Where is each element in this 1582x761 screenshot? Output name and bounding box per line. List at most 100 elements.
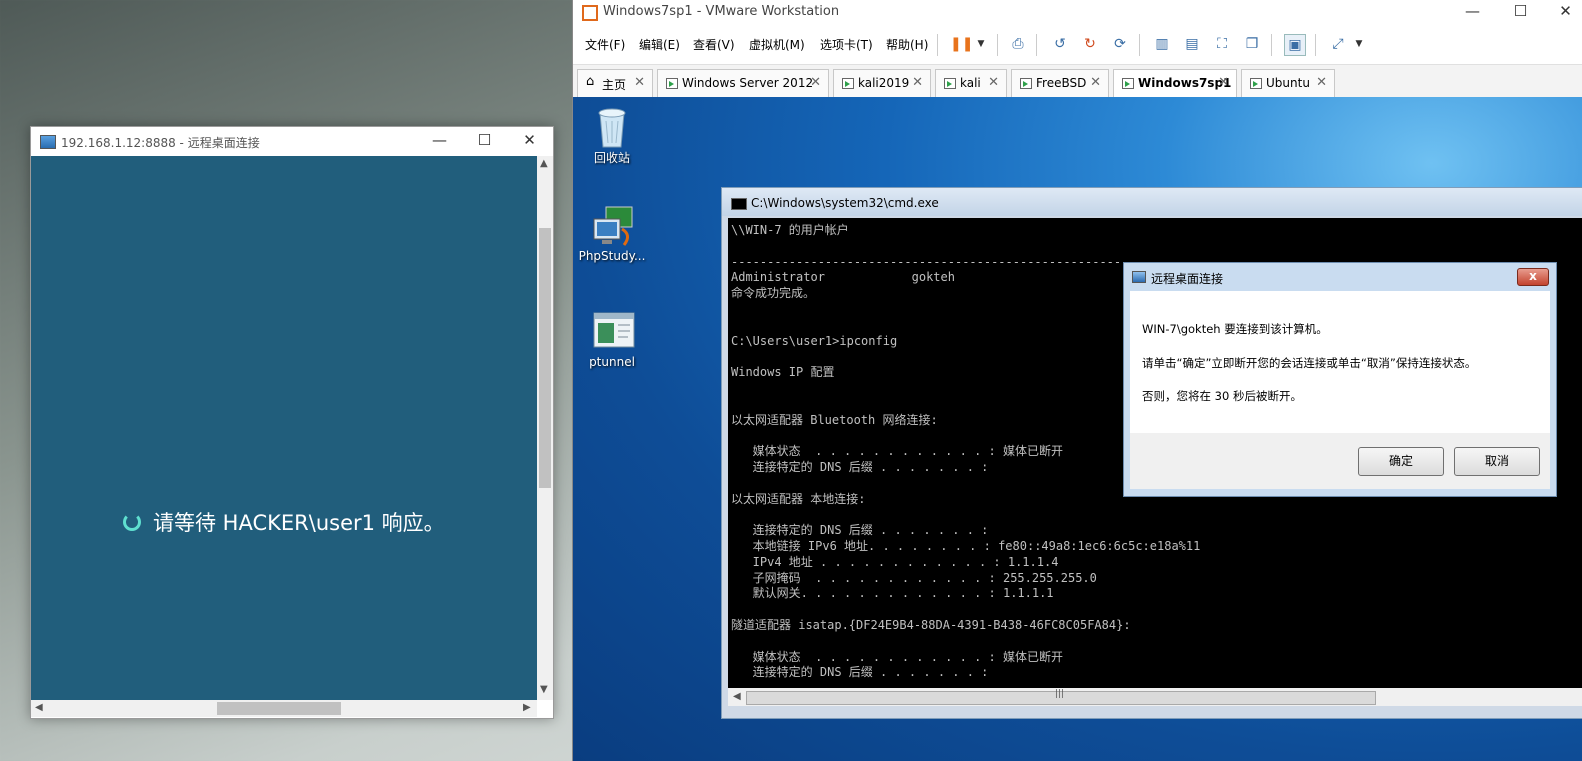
toolbar-separator	[997, 34, 998, 56]
revert-snapshot-icon[interactable]: ↻	[1080, 34, 1100, 54]
vertical-scrollbar[interactable]: ▲ ▼	[537, 156, 553, 700]
console-view-icon[interactable]: ▣	[1284, 34, 1306, 56]
dropdown-arrow-icon[interactable]: ▼	[1349, 34, 1369, 54]
tab-windows-server-2012[interactable]: Windows Server 2012 ✕	[657, 69, 829, 97]
snapshot-icon[interactable]: ↺	[1050, 34, 1070, 54]
maximize-button[interactable]: ☐	[462, 127, 507, 156]
close-icon[interactable]: ✕	[912, 75, 923, 90]
vm-running-icon	[842, 78, 854, 89]
ptunnel-icon	[592, 311, 635, 351]
tab-label: Windows Server 2012	[682, 76, 814, 90]
tab-windows7sp1[interactable]: Windows7sp1 ✕	[1113, 69, 1237, 97]
desktop-icon-label: ptunnel	[589, 355, 635, 369]
vm-running-icon	[944, 78, 956, 89]
tab-label: 主页	[602, 78, 627, 92]
console-line: \\WIN-7 的用户帐户	[731, 223, 849, 237]
horizontal-scroll-thumb[interactable]	[217, 702, 341, 715]
menu-tabs[interactable]: 选项卡(T)	[820, 36, 873, 53]
loading-spinner-icon	[123, 513, 141, 531]
scroll-down-icon[interactable]: ▼	[540, 684, 548, 695]
tab-freebsd[interactable]: FreeBSD ✕	[1011, 69, 1109, 97]
dialog-message-2: 请单击“确定”立即断开您的会话连接或单击“取消”保持连接状态。	[1142, 356, 1477, 370]
send-ctrl-alt-del-icon[interactable]: ⎙	[1008, 34, 1028, 54]
menu-vm[interactable]: 虚拟机(M)	[749, 36, 805, 53]
menu-edit[interactable]: 编辑(E)	[639, 36, 680, 53]
close-icon[interactable]: ✕	[634, 75, 645, 90]
cancel-button[interactable]: 取消	[1454, 447, 1540, 476]
vm-running-icon	[1250, 78, 1262, 89]
close-button[interactable]: ✕	[507, 127, 552, 156]
rdp-window: 192.168.1.12:8888 - 远程桌面连接 — ☐ ✕ 请等待 HAC…	[30, 126, 554, 719]
menu-help[interactable]: 帮助(H)	[886, 36, 928, 53]
phpstudy-icon	[592, 205, 633, 246]
dialog-message-1: WIN-7\gokteh 要连接到该计算机。	[1142, 322, 1328, 336]
toolbar-separator	[1139, 34, 1140, 56]
wait-message: 请等待 HACKER\user1 响应。	[153, 511, 445, 535]
tab-home[interactable]: ⌂ 主页 ✕	[577, 69, 653, 97]
rdp-titlebar[interactable]: 192.168.1.12:8888 - 远程桌面连接 — ☐ ✕	[31, 127, 553, 156]
tab-kali[interactable]: kali ✕	[935, 69, 1007, 97]
ok-button[interactable]: 确定	[1358, 447, 1444, 476]
cmd-scroll-thumb[interactable]: |||	[746, 689, 1376, 705]
tab-label: FreeBSD	[1036, 76, 1087, 90]
close-icon[interactable]: ✕	[1316, 75, 1327, 90]
console-line: 媒体状态 . . . . . . . . . . . . : 媒体已断开	[731, 649, 1063, 664]
console-line: IPv4 地址 . . . . . . . . . . . . : 1.1.1.…	[731, 554, 1059, 569]
desktop-icon-label: PhpStudy...	[578, 249, 646, 263]
horizontal-scrollbar[interactable]: ◀ ▶	[31, 700, 537, 717]
vmware-titlebar[interactable]: Windows7sp1 - VMware Workstation — ☐ ✕	[573, 0, 1582, 24]
console-line: 子网掩码 . . . . . . . . . . . . : 255.255.2…	[731, 570, 1097, 585]
unity-icon[interactable]: ❐	[1242, 34, 1262, 54]
console-line: 连接特定的 DNS 后缀 . . . . . . . :	[731, 523, 989, 538]
toolbar-separator	[937, 34, 938, 56]
close-icon[interactable]: ✕	[810, 75, 821, 90]
dialog-titlebar[interactable]: 远程桌面连接 x	[1124, 263, 1556, 289]
home-icon: ⌂	[586, 74, 595, 89]
stretch-guest-icon[interactable]: ⤢	[1328, 34, 1348, 54]
scroll-grip: |||	[1055, 689, 1065, 699]
menu-view[interactable]: 查看(V)	[693, 36, 735, 53]
rdp-title: 192.168.1.12:8888 - 远程桌面连接	[61, 136, 260, 150]
desktop-icon-label: 回收站	[593, 151, 630, 165]
close-icon[interactable]: ✕	[1218, 75, 1229, 90]
vmware-minimize-button[interactable]: —	[1450, 0, 1495, 24]
vm-running-icon	[1020, 78, 1032, 89]
scroll-left-icon[interactable]: ◀	[733, 691, 741, 702]
close-icon[interactable]: ✕	[988, 75, 999, 90]
full-screen-icon[interactable]: ⛶	[1212, 34, 1232, 54]
desktop-icon-recycle-bin[interactable]: 回收站	[577, 105, 647, 166]
desktop-icon-phpstudy[interactable]: PhpStudy...	[577, 205, 647, 263]
tab-kali2019[interactable]: kali2019 ✕	[833, 69, 931, 97]
menu-file[interactable]: 文件(F)	[585, 36, 625, 53]
scroll-left-icon[interactable]: ◀	[35, 702, 43, 713]
scroll-up-icon[interactable]: ▲	[540, 158, 548, 169]
library-view-icon[interactable]: ▥	[1152, 34, 1172, 54]
vmware-logo-icon	[582, 5, 598, 21]
tab-label: Ubuntu	[1266, 76, 1310, 90]
dialog-body: WIN-7\gokteh 要连接到该计算机。 请单击“确定”立即断开您的会话连接…	[1130, 291, 1550, 433]
cmd-titlebar[interactable]: C:\Windows\system32\cmd.exe	[722, 188, 1582, 216]
toolbar-separator	[1315, 34, 1316, 56]
close-icon[interactable]: ✕	[1090, 75, 1101, 90]
minimize-button[interactable]: —	[417, 127, 462, 156]
vmware-close-button[interactable]: ✕	[1543, 0, 1582, 24]
scroll-right-icon[interactable]: ▶	[523, 702, 531, 713]
recycle-bin-icon	[592, 105, 632, 148]
snapshot-manager-icon[interactable]: ⟳	[1110, 34, 1130, 54]
dialog-close-button[interactable]: x	[1517, 268, 1549, 286]
pause-icon[interactable]: ❚❚	[950, 34, 973, 54]
desktop-icon-ptunnel[interactable]: ptunnel	[577, 311, 647, 369]
thumbnail-view-icon[interactable]: ▤	[1182, 34, 1202, 54]
tab-ubuntu[interactable]: Ubuntu ✕	[1241, 69, 1335, 97]
vmware-maximize-button[interactable]: ☐	[1498, 0, 1543, 24]
rdp-session-area[interactable]: 请等待 HACKER\user1 响应。	[31, 156, 537, 700]
vertical-scroll-thumb[interactable]	[539, 228, 551, 488]
console-line: 本地链接 IPv6 地址. . . . . . . . : fe80::49a8…	[731, 538, 1201, 553]
cmd-horizontal-scrollbar[interactable]: ◀ |||	[728, 688, 1582, 706]
guest-desktop[interactable]: 回收站 PhpStudy... ptunnel C:\Windows\syste…	[573, 97, 1582, 761]
dropdown-arrow-icon[interactable]: ▼	[971, 34, 991, 54]
cmd-icon	[731, 198, 747, 210]
